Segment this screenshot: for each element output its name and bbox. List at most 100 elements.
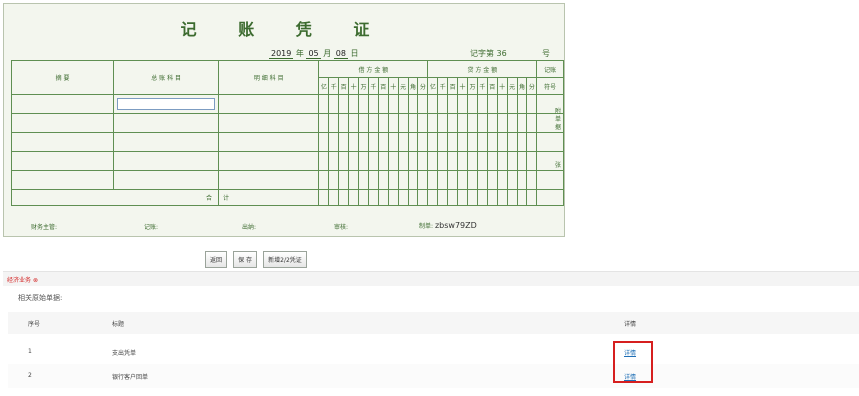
credit-digit-cell[interactable] <box>506 132 518 152</box>
general-account-cell[interactable] <box>113 132 220 152</box>
debit-digit-cell[interactable] <box>318 132 330 152</box>
tab-label[interactable]: 经济业务 <box>7 277 31 284</box>
save-button[interactable]: 保 存 <box>233 251 258 268</box>
debit-digit-cell[interactable] <box>318 113 330 133</box>
debit-digit-cell[interactable] <box>328 189 340 206</box>
credit-digit-cell[interactable] <box>447 170 459 190</box>
debit-digit-cell[interactable] <box>318 189 330 206</box>
debit-digit-cell[interactable] <box>387 94 399 114</box>
debit-digit-cell[interactable] <box>358 132 369 152</box>
credit-digit-cell[interactable] <box>506 170 518 190</box>
general-account-cell[interactable] <box>113 113 220 133</box>
debit-digit-cell[interactable] <box>407 94 419 114</box>
credit-digit-cell[interactable] <box>516 113 528 133</box>
credit-digit-cell[interactable] <box>486 132 498 152</box>
credit-digit-cell[interactable] <box>476 170 488 190</box>
credit-digit-cell[interactable] <box>486 151 498 171</box>
credit-digit-cell[interactable] <box>496 132 508 152</box>
credit-digit-cell[interactable] <box>437 113 449 133</box>
credit-digit-cell[interactable] <box>496 113 508 133</box>
credit-digit-cell[interactable] <box>437 132 449 152</box>
debit-digit-cell[interactable] <box>397 94 409 114</box>
credit-digit-cell[interactable] <box>486 170 498 190</box>
credit-digit-cell[interactable] <box>526 94 538 114</box>
new-voucher-button[interactable]: 新增2/2凭证 <box>263 251 307 268</box>
summary-cell[interactable] <box>10 132 115 152</box>
credit-digit-cell[interactable] <box>467 94 478 114</box>
credit-digit-cell[interactable] <box>526 189 538 206</box>
debit-digit-cell[interactable] <box>377 94 389 114</box>
tab-economic-business[interactable]: 经济业务 ⊗ <box>7 275 38 284</box>
summary-cell[interactable] <box>10 94 115 114</box>
credit-digit-cell[interactable] <box>467 170 478 190</box>
debit-digit-cell[interactable] <box>348 151 360 171</box>
debit-digit-cell[interactable] <box>407 113 419 133</box>
debit-digit-cell[interactable] <box>358 113 369 133</box>
credit-digit-cell[interactable] <box>467 189 478 206</box>
debit-digit-cell[interactable] <box>338 113 350 133</box>
credit-digit-cell[interactable] <box>437 189 449 206</box>
credit-digit-cell[interactable] <box>476 189 488 206</box>
debit-digit-cell[interactable] <box>407 132 419 152</box>
detail-account-cell[interactable] <box>218 94 320 114</box>
debit-digit-cell[interactable] <box>338 189 350 206</box>
posted-mark-cell[interactable] <box>536 132 564 152</box>
credit-digit-cell[interactable] <box>486 94 498 114</box>
credit-digit-cell[interactable] <box>486 189 498 206</box>
credit-digit-cell[interactable] <box>457 113 468 133</box>
credit-digit-cell[interactable] <box>457 132 468 152</box>
credit-digit-cell[interactable] <box>496 94 508 114</box>
debit-digit-cell[interactable] <box>318 170 330 190</box>
detail-account-cell[interactable] <box>218 113 320 133</box>
debit-digit-cell[interactable] <box>338 170 350 190</box>
debit-digit-cell[interactable] <box>417 170 429 190</box>
credit-digit-cell[interactable] <box>476 151 488 171</box>
debit-digit-cell[interactable] <box>348 94 360 114</box>
credit-digit-cell[interactable] <box>427 151 439 171</box>
debit-digit-cell[interactable] <box>417 151 429 171</box>
posted-mark-cell[interactable] <box>536 170 564 190</box>
credit-digit-cell[interactable] <box>506 189 518 206</box>
debit-digit-cell[interactable] <box>367 189 379 206</box>
debit-digit-cell[interactable] <box>397 113 409 133</box>
credit-digit-cell[interactable] <box>506 113 518 133</box>
credit-digit-cell[interactable] <box>447 189 459 206</box>
credit-digit-cell[interactable] <box>427 132 439 152</box>
credit-digit-cell[interactable] <box>516 189 528 206</box>
debit-digit-cell[interactable] <box>377 189 389 206</box>
debit-digit-cell[interactable] <box>358 170 369 190</box>
credit-digit-cell[interactable] <box>526 113 538 133</box>
close-icon[interactable]: ⊗ <box>33 277 38 284</box>
credit-digit-cell[interactable] <box>486 113 498 133</box>
debit-digit-cell[interactable] <box>367 113 379 133</box>
debit-digit-cell[interactable] <box>358 189 369 206</box>
back-button[interactable]: 返回 <box>205 251 228 268</box>
summary-cell[interactable] <box>10 170 115 190</box>
credit-digit-cell[interactable] <box>437 94 449 114</box>
detail-account-cell[interactable] <box>218 170 320 190</box>
credit-digit-cell[interactable] <box>447 132 459 152</box>
debit-digit-cell[interactable] <box>387 151 399 171</box>
credit-digit-cell[interactable] <box>476 132 488 152</box>
debit-digit-cell[interactable] <box>397 151 409 171</box>
debit-digit-cell[interactable] <box>358 94 369 114</box>
debit-digit-cell[interactable] <box>367 94 379 114</box>
credit-digit-cell[interactable] <box>457 170 468 190</box>
debit-digit-cell[interactable] <box>397 170 409 190</box>
credit-digit-cell[interactable] <box>476 94 488 114</box>
debit-digit-cell[interactable] <box>328 94 340 114</box>
debit-digit-cell[interactable] <box>417 94 429 114</box>
general-account-cell[interactable] <box>113 151 220 171</box>
debit-digit-cell[interactable] <box>377 132 389 152</box>
credit-digit-cell[interactable] <box>516 94 528 114</box>
debit-digit-cell[interactable] <box>338 132 350 152</box>
general-account-cell[interactable] <box>113 170 220 190</box>
debit-digit-cell[interactable] <box>318 94 330 114</box>
credit-digit-cell[interactable] <box>447 113 459 133</box>
credit-digit-cell[interactable] <box>526 151 538 171</box>
credit-digit-cell[interactable] <box>437 170 449 190</box>
credit-digit-cell[interactable] <box>467 113 478 133</box>
debit-digit-cell[interactable] <box>367 170 379 190</box>
debit-digit-cell[interactable] <box>407 189 419 206</box>
debit-digit-cell[interactable] <box>377 151 389 171</box>
